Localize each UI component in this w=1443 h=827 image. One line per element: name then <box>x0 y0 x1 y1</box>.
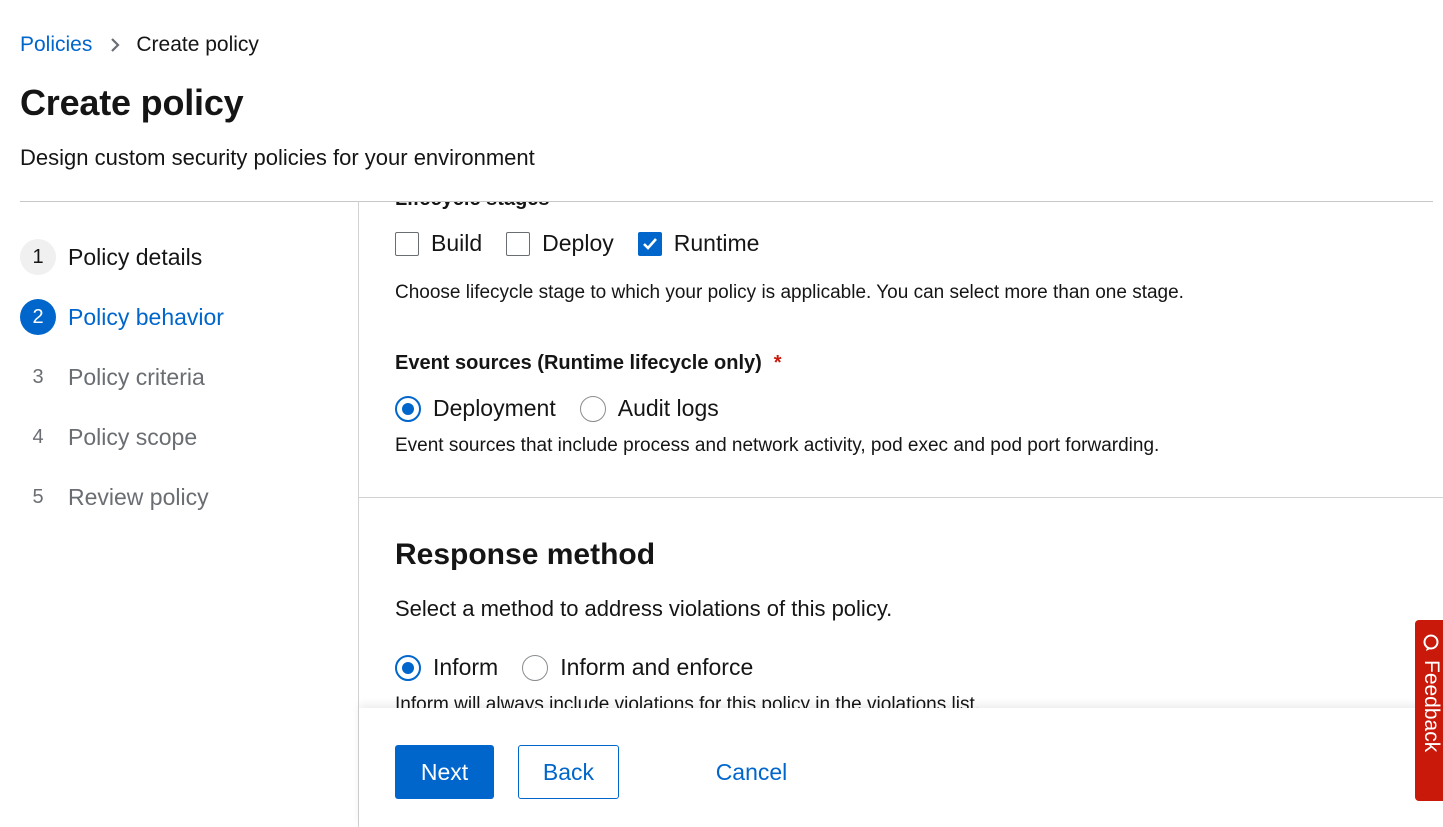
radio-button[interactable] <box>395 395 421 422</box>
checkbox-deploy[interactable]: Deploy <box>506 230 614 257</box>
section-divider <box>359 497 1443 498</box>
step-label: Policy scope <box>68 423 198 450</box>
wizard-step-policy-details[interactable]: 1 Policy details <box>20 237 350 277</box>
checkbox-box[interactable] <box>395 231 419 256</box>
radio-button[interactable] <box>579 395 606 422</box>
next-button[interactable]: Next <box>395 745 494 799</box>
step-label: Policy details <box>68 243 203 270</box>
radio-inform[interactable]: Inform <box>395 654 498 681</box>
checkbox-label: Deploy <box>542 230 614 256</box>
page-title: Create policy <box>20 82 244 123</box>
checkbox-label: Build <box>431 230 483 256</box>
feedback-label: Feedback <box>1420 660 1443 753</box>
event-sources-helper-text: Event sources that include process and n… <box>395 435 1160 456</box>
breadcrumb: Policies Create policy <box>20 32 259 58</box>
checkbox-label: Runtime <box>673 230 760 256</box>
step-number: 1 <box>20 239 56 275</box>
response-method-helper-text: Inform will always include violations fo… <box>395 694 981 708</box>
chevron-right-icon <box>110 38 120 52</box>
checkmark-icon <box>642 237 657 250</box>
wizard-footer: Next Back Cancel <box>359 708 1443 827</box>
radio-label: Inform <box>433 654 499 680</box>
event-sources-radio-group: Deployment Audit logs <box>395 395 743 422</box>
feedback-tab-content: Feedback <box>1419 634 1443 794</box>
wizard-nav: 1 Policy details 2 Policy behavior 3 Pol… <box>20 237 350 537</box>
back-button[interactable]: Back <box>518 745 619 799</box>
radio-audit-logs[interactable]: Audit logs <box>579 395 719 422</box>
checkbox-box[interactable] <box>506 231 531 256</box>
feedback-icon <box>1423 634 1439 651</box>
response-method-description: Select a method to address violations of… <box>395 596 893 621</box>
step-label: Policy criteria <box>68 363 205 390</box>
checkbox-box[interactable] <box>637 231 662 256</box>
wizard-step-policy-criteria[interactable]: 3 Policy criteria <box>20 357 350 397</box>
lifecycle-helper-text: Choose lifecycle stage to which your pol… <box>395 282 1184 303</box>
radio-button[interactable] <box>522 654 549 681</box>
feedback-tab[interactable]: Feedback <box>1415 620 1443 801</box>
step-label: Policy behavior <box>68 303 224 330</box>
radio-label: Audit logs <box>617 395 719 421</box>
response-method-radio-group: Inform Inform and enforce <box>395 654 777 681</box>
wizard-step-review-policy[interactable]: 5 Review policy <box>20 477 350 517</box>
lifecycle-checkbox-group: Build Deploy Runtime <box>395 230 783 257</box>
breadcrumb-current: Create policy <box>136 33 259 56</box>
event-sources-label-text: Event sources (Runtime lifecycle only) <box>395 352 762 374</box>
page-description: Design custom security policies for your… <box>20 145 535 170</box>
lifecycle-stages-label: Lifecycle stages <box>395 202 550 211</box>
wizard-step-policy-behavior[interactable]: 2 Policy behavior <box>20 297 350 337</box>
event-sources-label: Event sources (Runtime lifecycle only) * <box>395 352 782 375</box>
response-method-title: Response method <box>395 538 656 571</box>
radio-label: Inform and enforce <box>560 654 754 680</box>
checkbox-build[interactable]: Build <box>395 230 482 257</box>
step-number: 4 <box>32 425 44 448</box>
cancel-button[interactable]: Cancel <box>699 745 804 799</box>
wizard-content[interactable]: Lifecycle stages Build Deploy Runtime Ch… <box>359 202 1443 708</box>
step-number: 3 <box>32 365 44 388</box>
breadcrumb-link-policies[interactable]: Policies <box>20 33 92 57</box>
checkbox-runtime[interactable]: Runtime <box>637 230 760 257</box>
step-number: 2 <box>20 299 56 335</box>
step-number: 5 <box>32 485 44 508</box>
radio-label: Deployment <box>433 395 556 421</box>
radio-inform-and-enforce[interactable]: Inform and enforce <box>522 654 753 681</box>
required-indicator: * <box>773 352 782 374</box>
step-label: Review policy <box>68 483 209 510</box>
wizard-step-policy-scope[interactable]: 4 Policy scope <box>20 417 350 457</box>
radio-deployment[interactable]: Deployment <box>395 395 556 422</box>
radio-button[interactable] <box>395 654 421 681</box>
